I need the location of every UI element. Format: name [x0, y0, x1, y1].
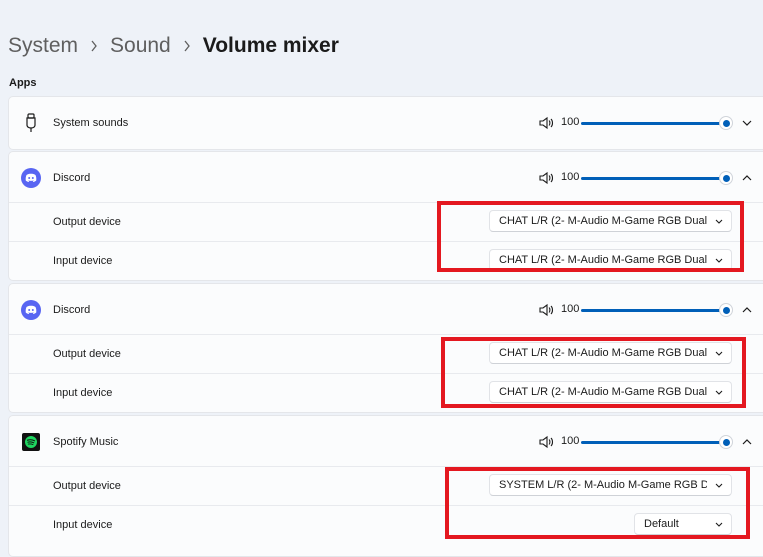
- volume-value: 100: [561, 435, 580, 447]
- volume-value: 100: [561, 116, 580, 128]
- chevron-down-icon[interactable]: [740, 116, 754, 130]
- breadcrumb-system[interactable]: System: [8, 34, 78, 58]
- volume-slider-thumb[interactable]: [719, 116, 733, 130]
- volume-slider[interactable]: [581, 441, 727, 444]
- input-device-label: Input device: [53, 387, 113, 399]
- chevron-right-icon: [90, 40, 98, 52]
- divider: [9, 334, 763, 335]
- app-name: Discord: [53, 172, 91, 184]
- section-label-apps: Apps: [9, 77, 37, 89]
- app-name: System sounds: [53, 117, 129, 129]
- speaker-icon[interactable]: [539, 435, 555, 449]
- speaker-icon[interactable]: [539, 171, 555, 185]
- chevron-up-icon[interactable]: [740, 303, 754, 317]
- app-name: Discord: [53, 304, 91, 316]
- volume-slider[interactable]: [581, 122, 727, 125]
- volume-slider-thumb[interactable]: [719, 303, 733, 317]
- input-device-label: Input device: [53, 519, 113, 531]
- volume-slider[interactable]: [581, 309, 727, 312]
- highlight-box: [437, 201, 744, 272]
- highlight-box: [441, 337, 746, 408]
- speaker-icon[interactable]: [539, 303, 555, 317]
- breadcrumb-sound[interactable]: Sound: [110, 34, 171, 58]
- breadcrumb: System Sound Volume mixer: [8, 30, 339, 62]
- output-device-label: Output device: [53, 480, 121, 492]
- chevron-right-icon: [183, 40, 191, 52]
- app-card-system-sounds: System sounds 100: [8, 96, 763, 150]
- volume-value: 100: [561, 171, 580, 183]
- chevron-up-icon[interactable]: [740, 171, 754, 185]
- spotify-icon: [21, 432, 41, 452]
- app-name: Spotify Music: [53, 436, 119, 448]
- volume-value: 100: [561, 303, 580, 315]
- output-device-label: Output device: [53, 216, 121, 228]
- chevron-up-icon[interactable]: [740, 435, 754, 449]
- page-title: Volume mixer: [202, 34, 339, 57]
- highlight-box: [445, 467, 750, 539]
- volume-slider-thumb[interactable]: [719, 435, 733, 449]
- headphone-jack-icon: [21, 113, 41, 133]
- speaker-icon[interactable]: [539, 116, 555, 130]
- input-device-label: Input device: [53, 255, 113, 267]
- volume-slider[interactable]: [581, 177, 727, 180]
- volume-slider-thumb[interactable]: [719, 171, 733, 185]
- discord-icon: [21, 168, 41, 188]
- discord-icon: [21, 300, 41, 320]
- output-device-label: Output device: [53, 348, 121, 360]
